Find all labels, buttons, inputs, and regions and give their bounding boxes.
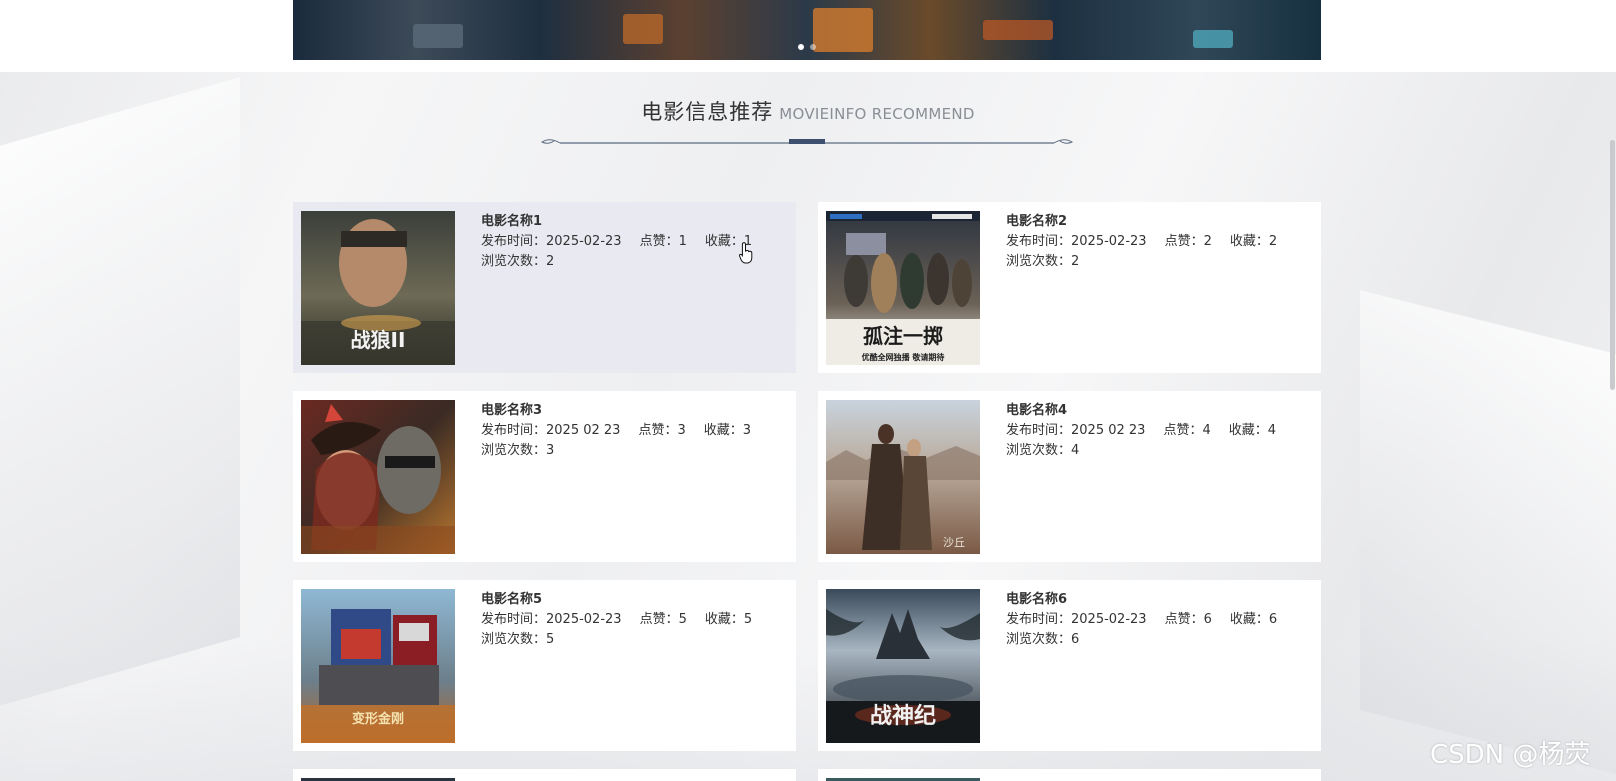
like-count: 点赞：5 [639, 612, 687, 627]
movie-poster-6[interactable]: 战神纪 [826, 589, 980, 743]
poster-title-text: 战神纪 [870, 703, 936, 729]
carousel-dot[interactable] [798, 44, 804, 50]
movie-card-5[interactable]: 变形金刚 电影名称5 发布时间：2025-02-23 点赞：5 收藏：5 浏览次数：… [293, 580, 796, 751]
movie-name[interactable]: 电影名称4 [1006, 401, 1306, 421]
favorite-count: 收藏：5 [704, 612, 753, 627]
view-count: 浏览次数：2 [1006, 254, 1080, 269]
movie-meta-row: 发布时间：2025-02-23 点赞：6 收藏：6 [1006, 610, 1306, 630]
view-count: 浏览次数：3 [481, 443, 555, 458]
movie-card-grid: 战狼II 电影名称1 发布时间：2025-02-23 点赞：1 收藏：1 浏览次数：… [293, 202, 1321, 781]
poster-title-text: 战狼II [351, 328, 406, 352]
movie-meta-row: 发布时间：2025 02 23 点赞：3 收藏：3 [481, 421, 781, 441]
poster-title-text: 沙丘 [943, 536, 965, 549]
view-count: 浏览次数：6 [1006, 632, 1080, 647]
favorite-count: 收藏：3 [703, 423, 752, 438]
movie-card-1[interactable]: 战狼II 电影名称1 发布时间：2025-02-23 点赞：1 收藏：1 浏览次数：… [293, 202, 796, 373]
movie-card-3[interactable]: 电影名称3 发布时间：2025 02 23 点赞：3 收藏：3 浏览次数：3 [293, 391, 796, 562]
view-count: 浏览次数：4 [1006, 443, 1080, 458]
movie-card-2[interactable]: 孤注一掷 优酷全网独播 敬请期待 电影名称2 发布时间：2025-02-23 点赞… [818, 202, 1321, 373]
movie-name[interactable]: 电影名称2 [1006, 212, 1306, 232]
movie-info-1: 电影名称1 发布时间：2025-02-23 点赞：1 收藏：1 浏览次数：2 [481, 212, 781, 272]
poster-title-text: 孤注一掷 [863, 324, 943, 348]
poster-image: 战神纪 [826, 589, 980, 743]
like-count: 点赞：6 [1164, 612, 1212, 627]
movie-info-4: 电影名称4 发布时间：2025 02 23 点赞：4 收藏：4 浏览次数：4 [1006, 401, 1306, 461]
movie-card-6[interactable]: 战神纪 电影名称6 发布时间：2025-02-23 点赞：6 收藏：6 浏览次数：6 [818, 580, 1321, 751]
movie-meta-row: 发布时间：2025-02-23 点赞：5 收藏：5 [481, 610, 781, 630]
poster-image: 战狼II [301, 211, 455, 365]
background-shape-right [1360, 290, 1616, 781]
banner-light [813, 8, 873, 52]
like-count: 点赞：3 [638, 423, 686, 438]
release-date: 发布时间：2025-02-23 [1006, 234, 1147, 249]
view-count: 浏览次数：5 [481, 632, 555, 647]
movie-name[interactable]: 电影名称6 [1006, 590, 1306, 610]
poster-image: 沙丘 [826, 400, 980, 554]
movie-card-4[interactable]: 沙丘 电影名称4 发布时间：2025 02 23 点赞：4 收藏：4 浏览次数：4 [818, 391, 1321, 562]
section-header: 电影信息推荐 MOVIEINFO RECOMMEND [0, 96, 1616, 126]
view-count: 浏览次数：2 [481, 254, 555, 269]
movie-name[interactable]: 电影名称1 [481, 212, 781, 232]
movie-card-7[interactable] [293, 769, 796, 781]
banner-light [1193, 30, 1233, 48]
movie-poster-4[interactable]: 沙丘 [826, 400, 980, 554]
carousel-dot[interactable] [810, 44, 816, 50]
section-title: 电影信息推荐 [641, 100, 774, 124]
release-date: 发布时间：2025-02-23 [481, 612, 622, 627]
favorite-count: 收藏：2 [1229, 234, 1278, 249]
watermark: CSDN @杨荧 [1430, 740, 1591, 770]
movie-meta-row: 发布时间：2025 02 23 点赞：4 收藏：4 [1006, 421, 1306, 441]
movie-info-2: 电影名称2 发布时间：2025-02-23 点赞：2 收藏：2 浏览次数：2 [1006, 212, 1306, 272]
like-count: 点赞：1 [639, 234, 687, 249]
like-count: 点赞：2 [1164, 234, 1212, 249]
movie-meta-row: 发布时间：2025-02-23 点赞：1 收藏：1 [481, 232, 781, 252]
movie-poster-5[interactable]: 变形金刚 [301, 589, 455, 743]
banner-light [623, 14, 663, 44]
like-count: 点赞：4 [1163, 423, 1211, 438]
banner-light [983, 20, 1053, 40]
release-date: 发布时间：2025-02-23 [1006, 612, 1147, 627]
hand-pointer-icon [739, 242, 753, 264]
movie-meta-row: 发布时间：2025-02-23 点赞：2 收藏：2 [1006, 232, 1306, 252]
favorite-count: 收藏：4 [1228, 423, 1277, 438]
section-subtitle: MOVIEINFO RECOMMEND [779, 105, 975, 123]
movie-info-5: 电影名称5 发布时间：2025-02-23 点赞：5 收藏：5 浏览次数：5 [481, 590, 781, 650]
poster-image [301, 400, 455, 554]
background-shape-left [0, 76, 240, 724]
poster-image: 变形金刚 [301, 589, 455, 743]
release-date: 发布时间：2025 02 23 [481, 423, 621, 438]
movie-poster-2[interactable]: 孤注一掷 优酷全网独播 敬请期待 [826, 211, 980, 365]
poster-image: 孤注一掷 优酷全网独播 敬请期待 [826, 211, 980, 365]
banner-light [413, 24, 463, 48]
movie-name[interactable]: 电影名称3 [481, 401, 781, 421]
movie-name[interactable]: 电影名称5 [481, 590, 781, 610]
poster-title-text: 变形金刚 [352, 711, 404, 727]
banner-carousel[interactable] [293, 0, 1321, 60]
movie-info-3: 电影名称3 发布时间：2025 02 23 点赞：3 收藏：3 浏览次数：3 [481, 401, 781, 461]
release-date: 发布时间：2025-02-23 [481, 234, 622, 249]
ornamental-divider-icon [540, 139, 1074, 144]
movie-card-8[interactable] [818, 769, 1321, 781]
favorite-count: 收藏：6 [1229, 612, 1278, 627]
movie-info-6: 电影名称6 发布时间：2025-02-23 点赞：6 收藏：6 浏览次数：6 [1006, 590, 1306, 650]
movie-poster-1[interactable]: 战狼II [301, 211, 455, 365]
movie-poster-3[interactable] [301, 400, 455, 554]
release-date: 发布时间：2025 02 23 [1006, 423, 1146, 438]
poster-tagline: 优酷全网独播 敬请期待 [862, 352, 945, 362]
page-scrollbar[interactable] [1610, 140, 1615, 390]
